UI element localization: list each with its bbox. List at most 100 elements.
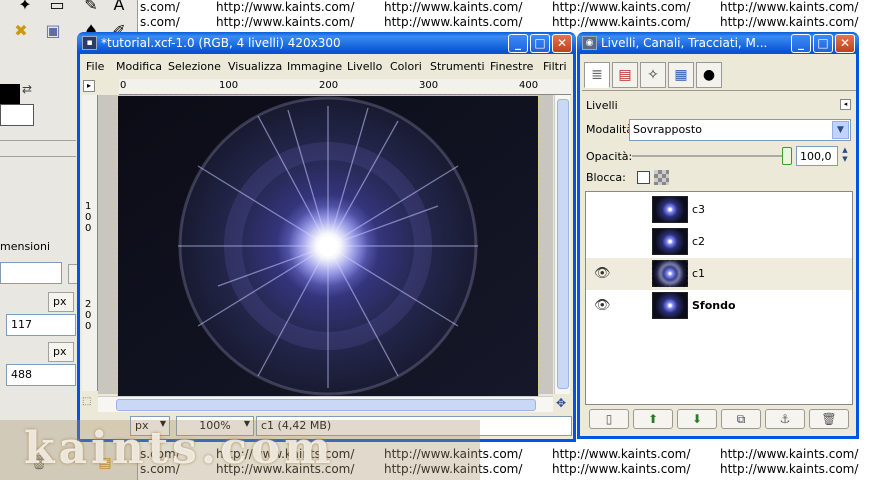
heal-icon[interactable]: ✖: [10, 20, 32, 42]
background-url-text: http://www.kaints.com/: [720, 462, 859, 476]
navigate-icon[interactable]: ✥: [556, 396, 566, 410]
lower-layer-button[interactable]: ⬇: [677, 409, 717, 429]
menu-item-filtri[interactable]: Filtri: [543, 60, 567, 73]
duplicate-layer-button[interactable]: ⧉: [721, 409, 761, 429]
anchor-layer-button[interactable]: ⚓: [765, 409, 805, 429]
layer-thumbnail: [652, 292, 688, 319]
background-url-text: http://www.kaints.com/: [384, 0, 523, 14]
panel-menu-icon[interactable]: ◂: [840, 99, 851, 110]
menu-item-visualizza[interactable]: Visualizza: [228, 60, 282, 73]
delete-layer-button[interactable]: 🗑: [809, 409, 849, 429]
visibility-eye-icon[interactable]: [594, 202, 610, 218]
unit-select-2[interactable]: px: [48, 342, 74, 362]
quick-mask-icon[interactable]: ⬚: [82, 396, 91, 407]
close-button[interactable]: ✕: [835, 34, 855, 53]
lock-alpha-checkbox[interactable]: [637, 171, 650, 184]
layer-name[interactable]: c1: [692, 267, 705, 280]
vertical-scrollbar[interactable]: [554, 95, 570, 394]
image-window-title: *tutorial.xcf-1.0 (RGB, 4 livelli) 420x3…: [101, 36, 341, 50]
maximize-button[interactable]: □: [813, 34, 833, 53]
background-url-text: http://www.kaints.com/: [216, 15, 355, 29]
vertical-ruler: 1 0 0 2 0 0: [82, 95, 98, 391]
minimize-button[interactable]: _: [508, 34, 528, 53]
toolbox-position-field[interactable]: [0, 262, 62, 284]
scissors-icon[interactable]: ▭: [46, 0, 68, 16]
ruler-label: 300: [419, 80, 439, 91]
height-field[interactable]: 488: [6, 364, 76, 386]
layer-list[interactable]: c3 c2 👁 c1 👁 Sfondo: [585, 191, 853, 405]
dimension-label: mensioni: [0, 240, 50, 253]
tab-layers[interactable]: ≣: [584, 62, 610, 88]
opacity-slider-handle[interactable]: [782, 147, 792, 165]
close-button[interactable]: ✕: [552, 34, 572, 53]
swap-colors-icon[interactable]: ⇄: [22, 82, 32, 96]
ruler-label: 0: [85, 310, 92, 321]
image-window-titlebar[interactable]: ▪ *tutorial.xcf-1.0 (RGB, 4 livelli) 420…: [77, 32, 576, 54]
ruler-label: 0: [120, 80, 127, 91]
raise-layer-button[interactable]: ⬆: [633, 409, 673, 429]
layer-name[interactable]: Sfondo: [692, 299, 736, 312]
layer-row[interactable]: 👁 Sfondo: [586, 290, 852, 322]
ruler-label: 0: [85, 321, 92, 332]
image-canvas[interactable]: [117, 95, 539, 397]
menu-item-modifica[interactable]: Modifica: [116, 60, 162, 73]
anchor-icon: ⚓: [779, 412, 791, 426]
menu-item-colori[interactable]: Colori: [390, 60, 422, 73]
paths-icon: ✧: [647, 67, 659, 83]
menu-item-file[interactable]: File: [86, 60, 104, 73]
background-url-text: http://www.kaints.com/: [552, 462, 691, 476]
colormap-icon: ▦: [674, 67, 688, 83]
visibility-eye-icon[interactable]: [594, 234, 610, 250]
gimp-dock-icon: ◉: [582, 36, 597, 50]
ruler-label: 0: [85, 212, 92, 223]
layers-window-titlebar[interactable]: ◉ Livelli, Canali, Tracciati, M... _ □ ✕: [577, 32, 859, 54]
width-field[interactable]: 117: [6, 314, 76, 336]
maximize-button[interactable]: □: [530, 34, 550, 53]
background-color-swatch[interactable]: [0, 104, 34, 126]
horizontal-scrollbar[interactable]: [98, 396, 553, 412]
arrow-down-icon: ⬇: [691, 412, 703, 426]
layer-row[interactable]: c2: [586, 226, 852, 258]
layer-name[interactable]: c3: [692, 203, 705, 216]
visibility-eye-icon[interactable]: 👁: [594, 266, 611, 282]
trash-icon: 🗑: [821, 412, 837, 426]
unit-select-1[interactable]: px: [48, 292, 74, 312]
layer-row[interactable]: c3: [586, 194, 852, 226]
visibility-eye-icon[interactable]: 👁: [594, 298, 611, 314]
opacity-label: Opacità:: [586, 150, 633, 163]
new-layer-button[interactable]: ▯: [589, 409, 629, 429]
background-url-text: http://www.kaints.com/: [720, 0, 859, 14]
opacity-value-field[interactable]: 100,0: [796, 146, 838, 166]
dock-tabs: ≣ ▤ ✧ ▦ ●: [584, 62, 856, 90]
image-menu-arrow-icon[interactable]: ▸: [83, 80, 95, 92]
watermark-logo: kaints.com: [0, 420, 480, 480]
minimize-button[interactable]: _: [791, 34, 811, 53]
image-window: ▪ *tutorial.xcf-1.0 (RGB, 4 livelli) 420…: [77, 32, 576, 442]
menu-item-strumenti[interactable]: Strumenti: [430, 60, 485, 73]
menu-item-livello[interactable]: Livello: [347, 60, 382, 73]
tab-colormap[interactable]: ▦: [668, 62, 694, 88]
horizontal-scroll-thumb[interactable]: [116, 399, 536, 411]
background-url-text: http://www.kaints.com/: [552, 0, 691, 14]
vertical-scroll-thumb[interactable]: [557, 99, 569, 389]
canvas-area[interactable]: [98, 95, 553, 397]
opacity-spinner[interactable]: ▲ ▼: [839, 146, 851, 166]
layer-row[interactable]: 👁 c1: [586, 258, 852, 290]
fuzzy-select-icon[interactable]: ✦: [14, 0, 36, 16]
layer-name[interactable]: c2: [692, 235, 705, 248]
background-url-text: http://www.kaints.com/: [384, 15, 523, 29]
menu-item-selezione[interactable]: Selezione: [168, 60, 221, 73]
tab-paths[interactable]: ✧: [640, 62, 666, 88]
crop-icon[interactable]: ✎: [80, 0, 102, 16]
opacity-slider[interactable]: [632, 155, 790, 157]
mode-select[interactable]: Sovrapposto ▼: [629, 119, 851, 141]
tab-histogram[interactable]: ●: [696, 62, 722, 88]
background-url-text: s.com/: [140, 15, 180, 29]
background-url-text: http://www.kaints.com/: [720, 447, 859, 461]
tab-channels[interactable]: ▤: [612, 62, 638, 88]
ruler-label: 0: [85, 223, 92, 234]
text-tool-icon[interactable]: A: [108, 0, 130, 16]
menu-item-finestre[interactable]: Finestre: [490, 60, 533, 73]
clone-icon[interactable]: ▣: [42, 20, 64, 42]
menu-item-immagine[interactable]: Immagine: [287, 60, 342, 73]
